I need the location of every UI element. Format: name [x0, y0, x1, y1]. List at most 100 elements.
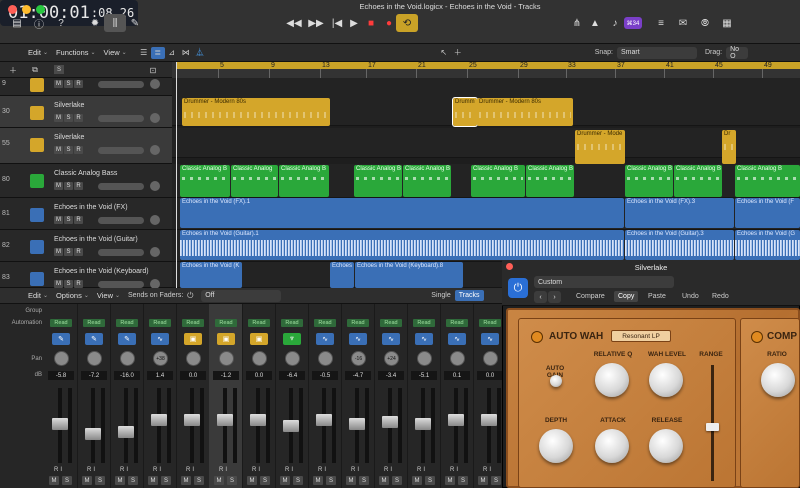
fader-cap[interactable] — [481, 414, 497, 426]
region-bass[interactable]: Classic Analog B — [279, 165, 329, 197]
automation-mode[interactable]: Read — [116, 319, 138, 327]
solo-button[interactable]: S — [491, 476, 501, 485]
notepad-icon[interactable]: ✉ — [672, 14, 694, 32]
record-input-buttons[interactable]: RI — [351, 467, 361, 473]
synth-icon[interactable]: ⩔ — [283, 333, 301, 345]
automation-mode[interactable]: Read — [347, 319, 369, 327]
region-keyboard[interactable]: Echoes in the Void (K — [180, 262, 242, 288]
mixer-options-menu[interactable]: Options ⌄ — [52, 291, 93, 300]
record-enable-button[interactable]: R — [74, 248, 83, 256]
volume-slider[interactable] — [98, 217, 144, 224]
cycle-icon[interactable]: ⟲ — [396, 14, 418, 32]
solo-button[interactable]: S — [64, 182, 73, 190]
record-input-buttons[interactable]: RI — [252, 467, 262, 473]
region-bass[interactable]: Classic Analog B — [625, 165, 673, 197]
record-enable-button[interactable]: R — [74, 280, 83, 288]
automation-mode[interactable]: Read — [446, 319, 468, 327]
mute-button[interactable]: M — [148, 476, 158, 485]
automation-mode[interactable]: Read — [83, 319, 105, 327]
region-fx[interactable]: Echoes in the Void (FX).1 — [180, 198, 624, 228]
track-lane-80[interactable]: Classic Analog B Classic Analog Classic … — [172, 164, 800, 198]
track-lane-82[interactable]: Echoes in the Void (Guitar).1 Echoes in … — [172, 230, 800, 262]
record-input-buttons[interactable]: RI — [219, 467, 229, 473]
pan-knob[interactable] — [483, 351, 498, 366]
region-bass[interactable]: Classic Analog B — [471, 165, 525, 197]
zoom-window-button[interactable] — [36, 5, 45, 14]
solo-button[interactable]: S — [260, 476, 270, 485]
range-slider-handle[interactable] — [706, 423, 719, 431]
pan-knob[interactable] — [417, 351, 432, 366]
fader-cap[interactable] — [217, 414, 233, 426]
record-input-buttons[interactable]: RI — [483, 467, 493, 473]
solo-button[interactable]: S — [458, 476, 468, 485]
record-input-buttons[interactable]: RI — [153, 467, 163, 473]
automation-mode[interactable]: Read — [479, 319, 501, 327]
pan-knob[interactable] — [450, 351, 465, 366]
record-enable-button[interactable]: R — [74, 80, 83, 88]
wave-icon[interactable]: ∿ — [415, 333, 433, 345]
solo-button[interactable]: S — [64, 80, 73, 88]
pan-knob[interactable]: +24 — [384, 351, 399, 366]
mute-button[interactable]: M — [478, 476, 488, 485]
mute-button[interactable]: M — [54, 248, 63, 256]
solo-button[interactable]: S — [64, 114, 73, 122]
edit-menu[interactable]: Edit ⌄ — [24, 48, 52, 57]
wave-icon[interactable]: ∿ — [349, 333, 367, 345]
view-menu[interactable]: View ⌄ — [100, 48, 131, 57]
region-bass[interactable]: Classic Analog — [231, 165, 278, 197]
mixer-edit-menu[interactable]: Edit ⌄ — [24, 291, 52, 300]
solo-button[interactable]: S — [95, 476, 105, 485]
record-input-buttons[interactable]: RI — [186, 467, 196, 473]
mute-button[interactable]: M — [115, 476, 125, 485]
record-enable-button[interactable]: R — [74, 114, 83, 122]
drum-icon[interactable]: ▣ — [184, 333, 202, 345]
pan-knob[interactable] — [120, 351, 135, 366]
region-bass[interactable]: Classic Analog B — [735, 165, 800, 197]
auto-gain-toggle[interactable] — [550, 375, 562, 387]
pan-knob[interactable] — [54, 351, 69, 366]
wave-icon[interactable]: ∿ — [448, 333, 466, 345]
rewind-icon[interactable]: ◀◀ — [283, 14, 305, 32]
list-view-icon[interactable]: ☰ — [137, 47, 151, 59]
pan-knob[interactable] — [219, 351, 234, 366]
region-dr[interactable]: Dr — [722, 130, 736, 164]
track-header[interactable]: 30 Silverlake M S R — [0, 96, 172, 128]
solo-button[interactable]: S — [227, 476, 237, 485]
record-enable-button[interactable]: R — [74, 216, 83, 224]
solo-button[interactable]: S — [392, 476, 402, 485]
wave-icon[interactable]: ∿ — [151, 333, 169, 345]
compare-button[interactable]: Compare — [576, 293, 605, 300]
solo-button[interactable]: S — [161, 476, 171, 485]
mute-button[interactable]: M — [181, 476, 191, 485]
flex-view-icon[interactable]: ≣ — [150, 46, 165, 59]
next-preset-icon[interactable]: › — [548, 291, 561, 303]
depth-knob[interactable] — [539, 429, 573, 463]
region-guitar[interactable]: Echoes in the Void (Guitar).1 — [180, 230, 624, 260]
mute-button[interactable]: M — [49, 476, 59, 485]
smart-controls-icon[interactable]: ✹ — [84, 14, 106, 32]
fader-cap[interactable] — [250, 414, 266, 426]
region-drummer-mode[interactable]: Drummer - Mode — [575, 130, 625, 164]
solo-button[interactable]: S — [359, 476, 369, 485]
record-input-buttons[interactable]: RI — [450, 467, 460, 473]
region-bass[interactable]: Classic Analog B — [354, 165, 402, 197]
pan-knob[interactable] — [150, 181, 160, 191]
catch-icon[interactable]: ⊿ — [165, 47, 179, 59]
quick-help-icon[interactable]: ? — [50, 14, 72, 32]
snap-dropdown[interactable]: Smart — [616, 46, 697, 59]
count-in-icon[interactable]: ♪ — [604, 14, 626, 32]
prev-preset-icon[interactable]: ‹ — [534, 291, 547, 303]
compressor-power-icon[interactable] — [751, 331, 763, 343]
mute-button[interactable]: M — [54, 280, 63, 288]
wah-level-knob[interactable] — [649, 363, 683, 397]
ratio-knob[interactable] — [761, 363, 795, 397]
solo-button[interactable]: S — [194, 476, 204, 485]
pan-knob[interactable] — [150, 247, 160, 257]
volume-slider[interactable] — [98, 81, 144, 88]
track-lane-55[interactable]: Drummer - Mode Dr — [172, 128, 800, 164]
region-keyboard[interactable]: Echoes — [330, 262, 354, 288]
paste-button[interactable]: Paste — [648, 293, 666, 300]
mute-button[interactable]: M — [54, 146, 63, 154]
region-guitar[interactable]: Echoes in the Void (Guitar).3 — [625, 230, 734, 260]
track-options-icon[interactable]: ⊡ — [146, 64, 160, 76]
